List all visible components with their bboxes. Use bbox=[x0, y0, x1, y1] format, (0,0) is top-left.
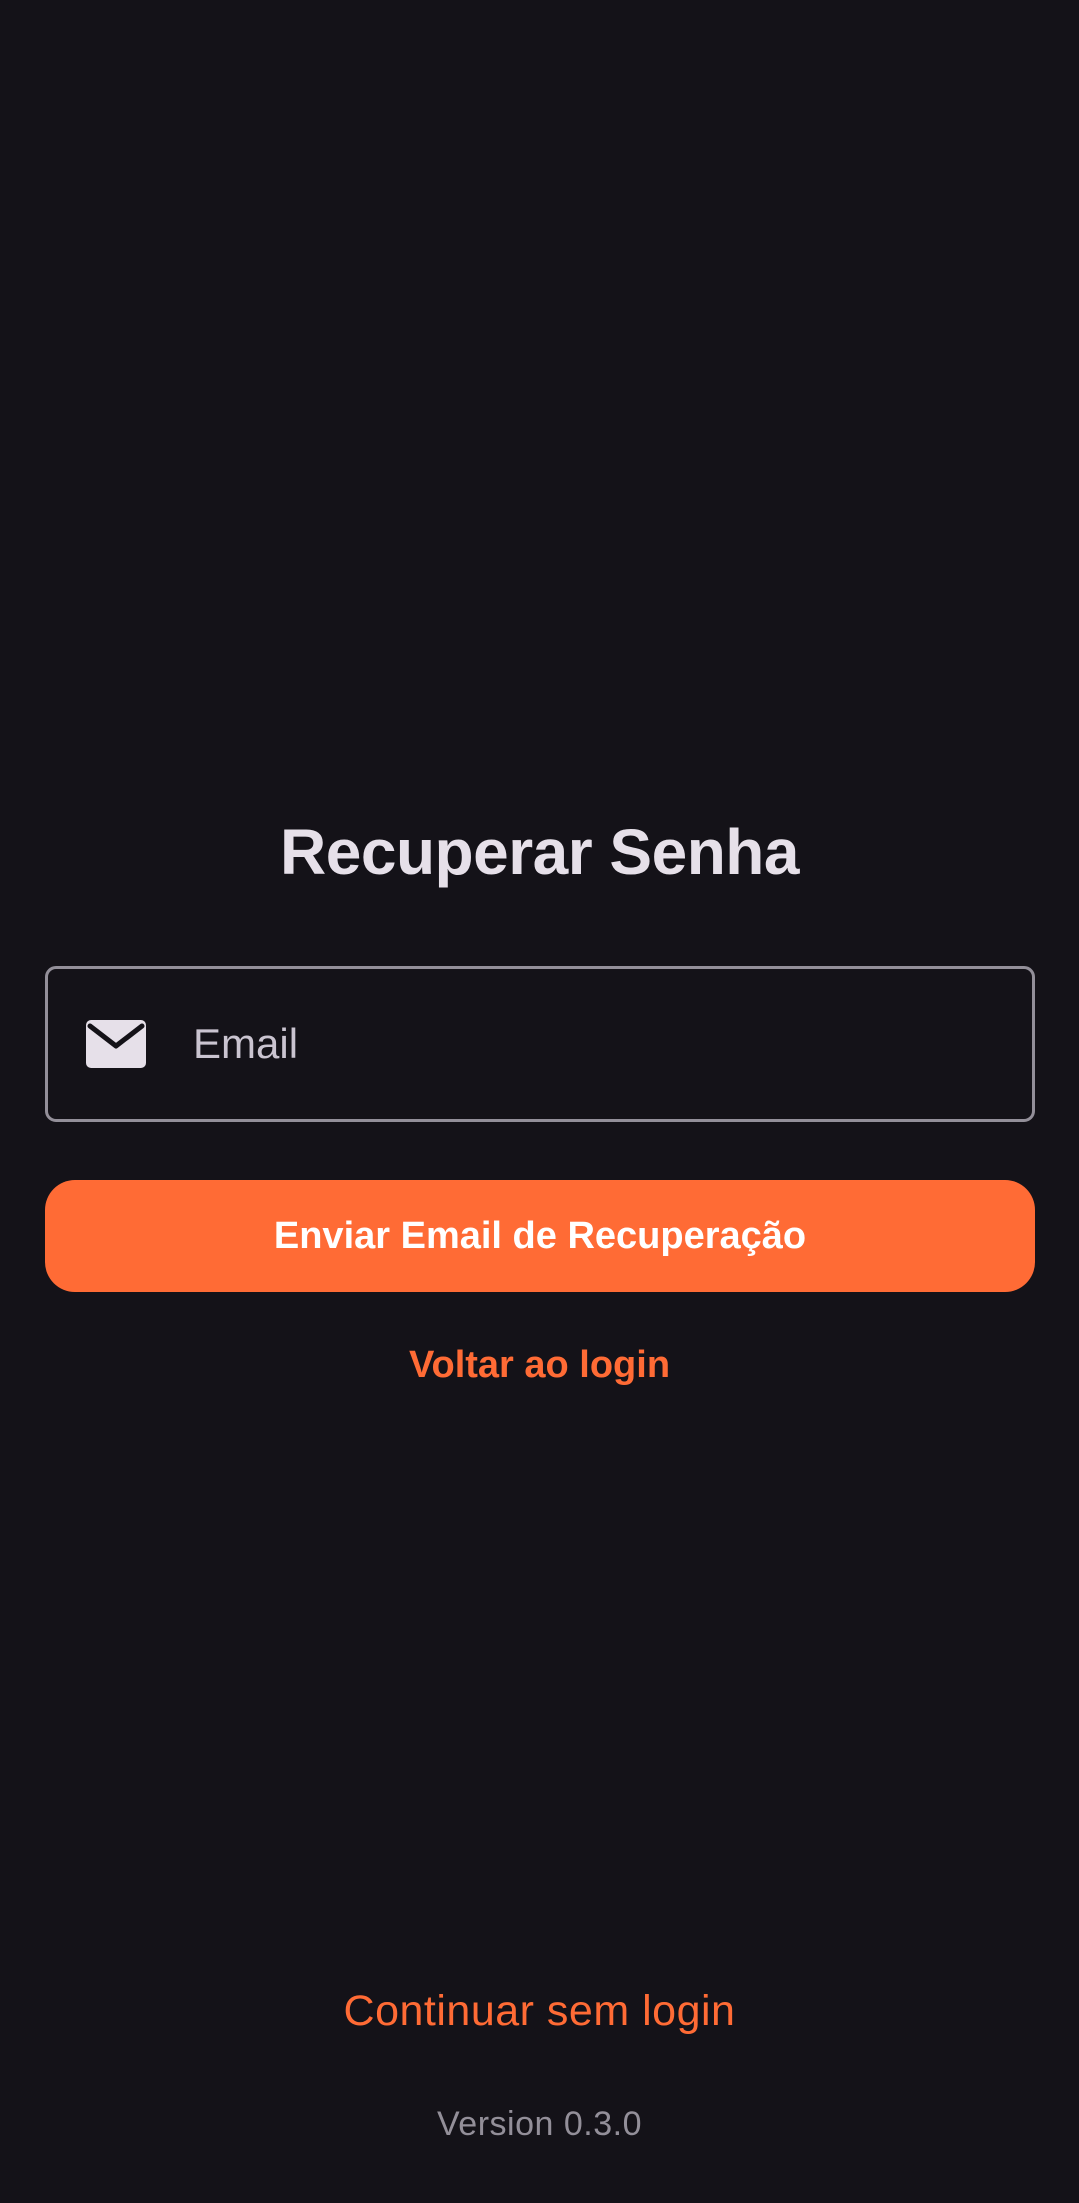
back-to-login-link[interactable]: Voltar ao login bbox=[0, 1340, 1079, 1390]
email-input[interactable] bbox=[193, 969, 1012, 1119]
continue-without-login-link[interactable]: Continuar sem login bbox=[0, 1984, 1079, 2038]
send-recovery-email-button[interactable]: Enviar Email de Recuperação bbox=[45, 1180, 1035, 1292]
page-title: Recuperar Senha bbox=[280, 816, 799, 888]
version-label: Version 0.3.0 bbox=[437, 2105, 642, 2143]
recover-password-screen: Recuperar Senha Enviar Email de Recupera… bbox=[0, 0, 1079, 2203]
email-field[interactable] bbox=[45, 966, 1035, 1122]
mail-icon bbox=[86, 1020, 146, 1068]
